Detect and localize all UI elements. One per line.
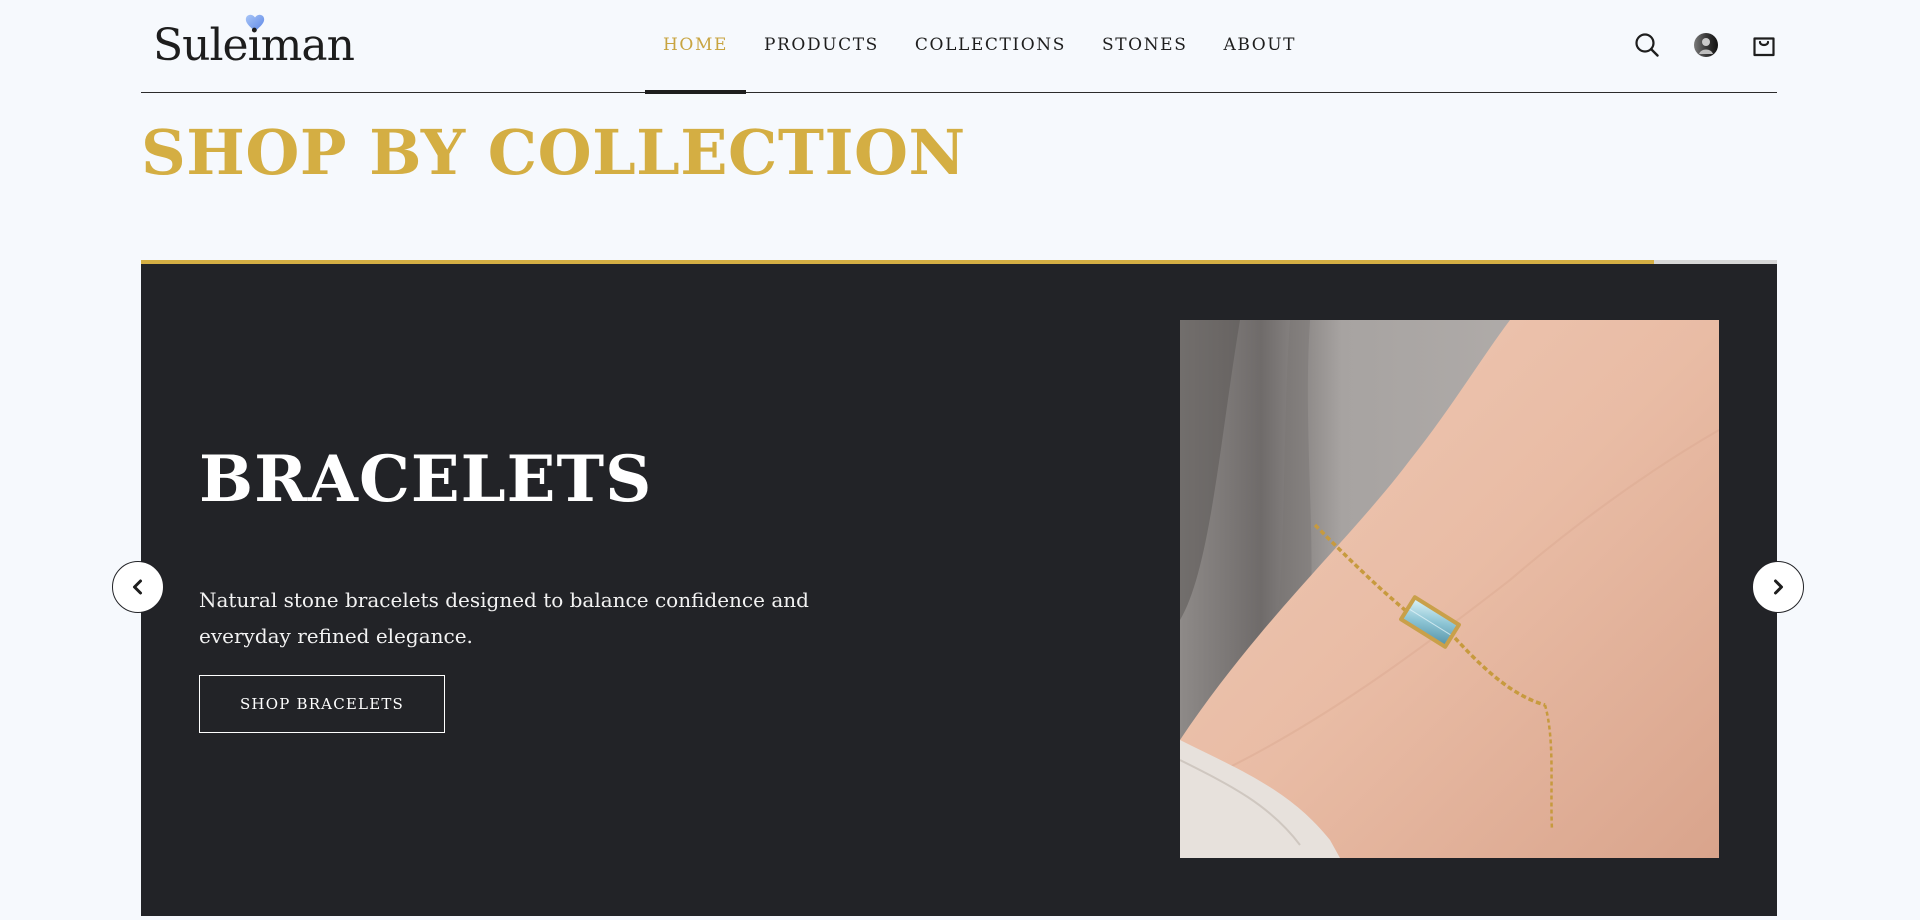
section-title: SHOP BY COLLECTION xyxy=(141,116,966,189)
nav-item-stones[interactable]: STONES xyxy=(1084,0,1205,92)
chevron-right-icon xyxy=(1774,579,1783,595)
slide-description: Natural stone bracelets designed to bala… xyxy=(199,588,809,648)
carousel-next-button[interactable] xyxy=(1752,561,1804,613)
nav-item-products[interactable]: PRODUCTS xyxy=(746,0,897,92)
search-icon[interactable] xyxy=(1632,30,1662,60)
chevron-left-icon xyxy=(133,579,142,595)
avatar[interactable] xyxy=(1691,30,1721,60)
logo-text: Suleiman xyxy=(153,20,355,71)
slide-title: BRACELETS xyxy=(199,442,653,517)
main-nav: HOME PRODUCTS COLLECTIONS STONES ABOUT xyxy=(645,0,1314,94)
bracelet-photo xyxy=(1180,320,1719,858)
nav-item-home[interactable]: HOME xyxy=(645,0,746,94)
carousel-prev-button[interactable] xyxy=(112,561,164,613)
site-header: Suleiman HOME PRODUCTS COLLECTIONS STONE… xyxy=(141,0,1779,94)
shopping-bag-icon[interactable] xyxy=(1749,30,1779,60)
shop-bracelets-button[interactable]: SHOP BRACELETS xyxy=(199,675,445,733)
nav-item-about[interactable]: ABOUT xyxy=(1205,0,1314,92)
collection-slide: BRACELETS Natural stone bracelets design… xyxy=(141,264,1777,916)
nav-item-collections[interactable]: COLLECTIONS xyxy=(897,0,1084,92)
